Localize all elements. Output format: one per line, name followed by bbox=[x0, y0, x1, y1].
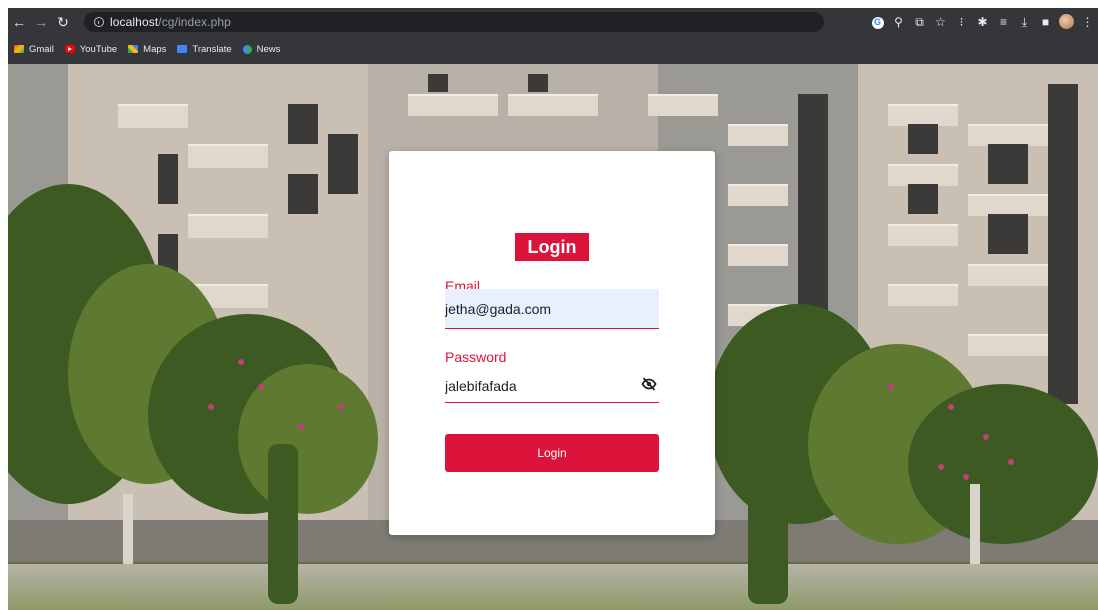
bookmark-youtube[interactable]: YouTube bbox=[64, 43, 118, 55]
email-field[interactable] bbox=[445, 289, 659, 329]
bookmark-gmail[interactable]: Gmail bbox=[14, 44, 54, 55]
download-icon[interactable]: ⤓ bbox=[1014, 16, 1035, 28]
reload-icon[interactable]: ↻ bbox=[52, 15, 74, 29]
news-icon bbox=[242, 44, 252, 54]
login-button[interactable]: Login bbox=[445, 434, 659, 472]
share-icon[interactable]: ⧉ bbox=[909, 16, 930, 28]
bookmarks-bar: Gmail YouTube Maps Translate News bbox=[8, 38, 291, 60]
url-path: /cg/index.php bbox=[158, 15, 231, 29]
gmail-icon bbox=[14, 45, 24, 53]
login-card: Login Email Password Login bbox=[389, 151, 715, 535]
url-host: localhost bbox=[110, 15, 159, 29]
translate-icon bbox=[177, 45, 188, 53]
bookmark-label: Maps bbox=[143, 43, 167, 55]
password-label: Password bbox=[445, 349, 507, 365]
site-info-icon[interactable] bbox=[94, 17, 104, 27]
login-title: Login bbox=[515, 233, 589, 261]
address-bar[interactable]: localhost/cg/index.php bbox=[84, 12, 824, 32]
extensions-puzzle-icon[interactable]: ✱ bbox=[972, 16, 993, 28]
key-icon[interactable]: ⚲ bbox=[888, 16, 909, 28]
bookmark-translate[interactable]: Translate bbox=[177, 43, 232, 55]
back-arrow-icon[interactable]: ← bbox=[8, 15, 30, 29]
browser-chrome: ← → ↻ localhost/cg/index.php G ⚲ ⧉ ☆ ⁝ ✱… bbox=[8, 8, 1098, 64]
extension-dropper-icon[interactable]: ⁝ bbox=[951, 16, 972, 28]
menu-kebab-icon[interactable]: ⋮ bbox=[1077, 16, 1098, 28]
url-text[interactable]: localhost/cg/index.php bbox=[110, 15, 231, 29]
forward-arrow-icon[interactable]: → bbox=[30, 15, 52, 29]
maps-icon bbox=[128, 45, 139, 53]
bookmark-maps[interactable]: Maps bbox=[128, 44, 166, 55]
bookmark-star-icon[interactable]: ☆ bbox=[930, 16, 951, 28]
browser-toolbar: ← → ↻ localhost/cg/index.php G ⚲ ⧉ ☆ ⁝ ✱… bbox=[8, 8, 1098, 36]
bookmark-label: Translate bbox=[192, 43, 232, 55]
toolbar-actions: G ⚲ ⧉ ☆ ⁝ ✱ ≡ ⤓ ■ ⋮ bbox=[867, 8, 1098, 36]
google-lens-icon[interactable]: G bbox=[867, 15, 888, 29]
side-panel-icon[interactable]: ■ bbox=[1035, 16, 1056, 28]
password-field[interactable] bbox=[445, 369, 659, 403]
bookmark-label: News bbox=[256, 43, 281, 55]
bookmark-label: Gmail bbox=[29, 43, 54, 55]
bookmark-label: YouTube bbox=[79, 43, 118, 55]
hide-password-eye-icon[interactable] bbox=[641, 376, 657, 392]
profile-avatar[interactable] bbox=[1056, 13, 1077, 31]
youtube-icon bbox=[64, 45, 75, 53]
reading-list-icon[interactable]: ≡ bbox=[993, 16, 1014, 28]
bookmark-news[interactable]: News bbox=[242, 43, 281, 55]
